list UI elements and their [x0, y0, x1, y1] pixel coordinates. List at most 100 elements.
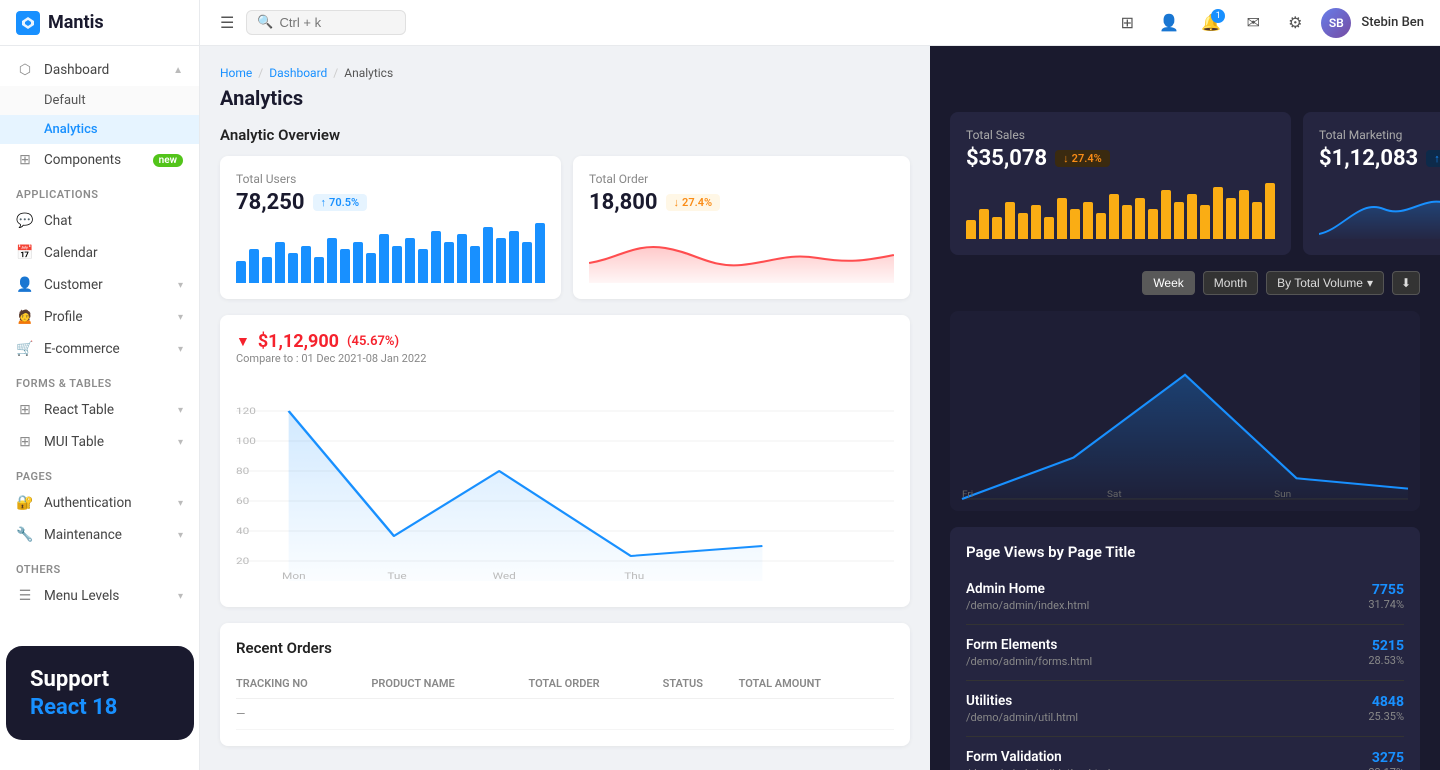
svg-text:20: 20 [236, 555, 249, 566]
sidebar: Mantis ⬡ Dashboard ▲ Default Analytics ⊞… [0, 0, 200, 770]
search-box[interactable]: 🔍 [246, 10, 406, 35]
bar [966, 220, 976, 239]
pv-right-1: 5215 28.53% [1368, 638, 1404, 667]
orders-area-chart [589, 223, 894, 283]
sidebar-item-react-table[interactable]: ⊞ React Table ▾ [0, 394, 199, 426]
col-status: Status [663, 669, 739, 699]
sidebar-item-components[interactable]: ⊞ Components new [0, 144, 199, 176]
sidebar-item-menu-levels[interactable]: ☰ Menu Levels ▾ [0, 580, 199, 612]
svg-text:100: 100 [236, 435, 256, 446]
bar [1005, 202, 1015, 240]
sidebar-item-calendar[interactable]: 📅 Calendar [0, 237, 199, 269]
grid-icon: ⊞ [1121, 13, 1134, 32]
support-popup-title: Support [30, 666, 170, 695]
support-popup[interactable]: Support React 18 [6, 646, 194, 740]
sidebar-item-mui-table[interactable]: ⊞ MUI Table ▾ [0, 426, 199, 458]
marketing-area-chart [1319, 179, 1440, 239]
svg-text:40: 40 [236, 525, 249, 536]
user-circle-icon-btn[interactable]: 👤 [1153, 7, 1185, 39]
chevron-down-icon5: ▾ [178, 437, 183, 448]
sidebar-item-dashboard[interactable]: ⬡ Dashboard ▲ [0, 54, 199, 86]
sidebar-item-customer[interactable]: 👤 Customer ▾ [0, 269, 199, 301]
bar [522, 242, 532, 283]
sidebar-item-default[interactable]: Default [0, 86, 199, 115]
forms-section-label: Forms & Tables [0, 365, 199, 394]
bar [979, 209, 989, 239]
bar [1148, 209, 1158, 239]
cell-tracking: — [236, 699, 371, 730]
sales-value-row: $35,078 ↓ 27.4% [966, 146, 1275, 171]
auth-icon: 🔐 [16, 495, 34, 511]
bar [1057, 198, 1067, 239]
app-name: Mantis [48, 12, 104, 33]
bar [1161, 190, 1171, 239]
bar [1044, 217, 1054, 240]
col-amount: Total Amount [739, 669, 894, 699]
bar [1200, 205, 1210, 239]
recent-orders-card: Recent Orders Tracking No Product Name T… [220, 623, 910, 746]
pv-pct-2: 25.35% [1368, 710, 1404, 723]
chat-icon: 💬 [16, 213, 34, 229]
search-input[interactable] [280, 15, 396, 30]
menu-toggle-icon[interactable]: ☰ [216, 9, 238, 36]
settings-btn[interactable]: ⚙ [1279, 7, 1311, 39]
pv-item-3: Form Validation /demo/admin/validation.h… [966, 737, 1404, 770]
mail-btn[interactable]: ✉ [1237, 7, 1269, 39]
sidebar-item-chat[interactable]: 💬 Chat [0, 205, 199, 237]
grid-icon-btn[interactable]: ⊞ [1111, 7, 1143, 39]
page-views-list: Admin Home /demo/admin/index.html 7755 3… [966, 569, 1404, 770]
sidebar-item-profile[interactable]: 🙍 Profile ▾ [0, 301, 199, 333]
profile-icon: 🙍 [16, 309, 34, 325]
volume-btn[interactable]: By Total Volume ▾ [1266, 271, 1384, 295]
svg-text:Wed: Wed [493, 570, 516, 581]
bar [353, 242, 363, 283]
col-product: Product Name [371, 669, 528, 699]
download-btn[interactable]: ⬇ [1392, 271, 1420, 295]
bar [418, 249, 428, 283]
pv-page-2: Utilities [966, 693, 1368, 709]
pv-count-2: 4848 [1368, 694, 1404, 710]
left-panel: Home / Dashboard / Analytics Analytics A… [200, 46, 930, 770]
orders-value: 18,800 [589, 190, 658, 215]
orders-badge: ↓ 27.4% [666, 194, 721, 211]
bar [1083, 202, 1093, 240]
pv-count-3: 3275 [1368, 750, 1404, 766]
notification-btn[interactable]: 🔔 1 [1195, 7, 1227, 39]
pv-pct-1: 28.53% [1368, 654, 1404, 667]
user-name[interactable]: Stebin Ben [1361, 15, 1424, 30]
topnav: ☰ 🔍 ⊞ 👤 🔔 1 ✉ ⚙ SB Stebin [200, 0, 1440, 46]
bar [1135, 198, 1145, 239]
svg-text:120: 120 [236, 405, 256, 416]
chevron-down-icon: ▾ [178, 280, 183, 291]
bar [1096, 213, 1106, 239]
settings-icon: ⚙ [1288, 13, 1302, 32]
components-label: Components [44, 152, 121, 168]
stat-cards-row: Total Users 78,250 ↑ 70.5% Total Order [220, 156, 910, 299]
customer-icon: 👤 [16, 277, 34, 293]
pv-url-0: /demo/admin/index.html [966, 599, 1368, 612]
bar [535, 223, 545, 283]
pv-url-1: /demo/admin/forms.html [966, 655, 1368, 668]
analytic-overview-title: Analytic Overview [220, 126, 910, 144]
cell-product [371, 699, 528, 730]
pv-right-2: 4848 25.35% [1368, 694, 1404, 723]
breadcrumb-home[interactable]: Home [220, 66, 252, 80]
avatar[interactable]: SB [1321, 8, 1351, 38]
month-btn[interactable]: Month [1203, 271, 1258, 295]
sidebar-item-authentication[interactable]: 🔐 Authentication ▾ [0, 487, 199, 519]
sidebar-item-maintenance[interactable]: 🔧 Maintenance ▾ [0, 519, 199, 551]
pv-left-1: Form Elements /demo/admin/forms.html [966, 637, 1368, 668]
week-btn[interactable]: Week [1142, 271, 1194, 295]
pv-right-0: 7755 31.74% [1368, 582, 1404, 611]
sidebar-item-analytics[interactable]: Analytics [0, 115, 199, 144]
svg-text:Sun: Sun [1274, 489, 1291, 500]
breadcrumb-dashboard[interactable]: Dashboard [269, 66, 327, 80]
bar [496, 238, 506, 283]
pv-left-0: Admin Home /demo/admin/index.html [966, 581, 1368, 612]
pv-page-1: Form Elements [966, 637, 1368, 653]
bar [1265, 183, 1275, 239]
sidebar-item-ecommerce[interactable]: 🛒 E-commerce ▾ [0, 333, 199, 365]
sidebar-logo[interactable]: Mantis [0, 0, 199, 46]
page-views-title: Page Views by Page Title [966, 543, 1135, 561]
pv-item-1: Form Elements /demo/admin/forms.html 521… [966, 625, 1404, 681]
